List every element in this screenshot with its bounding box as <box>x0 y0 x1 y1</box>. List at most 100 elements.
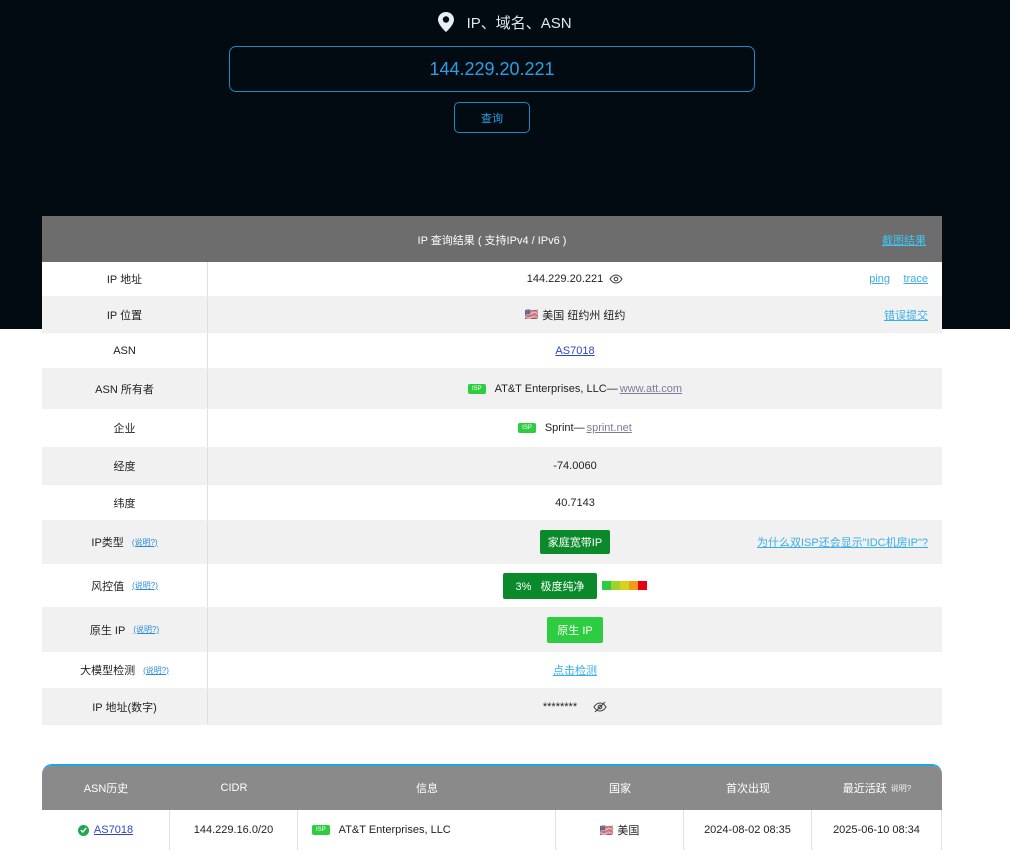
native-ip-hint-link[interactable]: (说明?) <box>133 624 159 635</box>
click-detect-link[interactable]: 点击检测 <box>553 662 597 678</box>
col-info: 信息 <box>416 783 438 795</box>
search-input[interactable] <box>230 47 754 91</box>
asn-owner-domain-link[interactable]: www.att.com <box>620 383 682 395</box>
row-key: IP类型 (说明?) <box>42 521 208 563</box>
row-key: IP 地址 <box>42 262 208 296</box>
row-company: 企业 ISP Sprint— sprint.net <box>42 409 942 448</box>
row-key: 原生 IP (说明?) <box>42 608 208 651</box>
company-name: Sprint— <box>544 422 585 434</box>
isp-tag: ISP <box>467 383 486 394</box>
search-label: IP、域名、ASN <box>466 15 572 32</box>
row-value: AS7018 <box>208 333 942 368</box>
search-box <box>229 46 755 92</box>
col-last-active-label: 最近活跃 <box>842 783 887 795</box>
row-key: IP 地址(数字) <box>42 689 208 724</box>
llm-detect-label: 大模型检测 <box>80 665 136 677</box>
asn-history-header: ASN历史 CIDR 信息 国家 首次出现 最近活跃 说明? <box>42 766 942 810</box>
row-native-ip: 原生 IP (说明?) 原生 IP <box>42 608 942 652</box>
isp-tag: ISP <box>518 423 536 433</box>
history-asn-cell: AS7018 <box>42 810 170 850</box>
row-value: 点击检测 <box>208 652 942 688</box>
native-ip-label: 原生 IP <box>89 624 126 637</box>
row-ip-location: IP 位置 🇺🇸 美国 纽约州 纽约 错误提交 <box>42 297 942 333</box>
flag-icon: 🇺🇸 <box>524 309 539 321</box>
query-button[interactable]: 查询 <box>454 102 530 133</box>
native-ip-badge: 原生 IP <box>547 616 603 643</box>
risk-scale-segment <box>637 581 647 590</box>
row-asn: ASN AS7018 <box>42 333 942 369</box>
row-key: ASN <box>42 333 208 368</box>
isp-tag: ISP <box>312 825 330 835</box>
row-key: 大模型检测 (说明?) <box>42 652 208 688</box>
asn-owner-name: AT&T Enterprises, LLC— <box>494 382 618 395</box>
llm-detect-hint-link[interactable]: (说明?) <box>143 665 169 676</box>
col-last-active: 最近活跃 说明? <box>812 766 942 810</box>
eye-off-icon[interactable] <box>593 701 607 713</box>
row-asn-owner: ASN 所有者 ISP AT&T Enterprises, LLC— www.a… <box>42 369 942 409</box>
search-label-row: IP、域名、ASN <box>0 12 1010 40</box>
history-cidr: 144.229.16.0/20 <box>170 810 298 850</box>
asn-history-table: ASN历史 CIDR 信息 国家 首次出现 最近活跃 说明? AS7018 14… <box>42 764 942 850</box>
col-country: 国家 <box>609 783 631 795</box>
screenshot-result-link[interactable]: 截图结果 <box>882 232 926 248</box>
row-ip-numeric: IP 地址(数字) ******** <box>42 689 942 725</box>
history-asn-link[interactable]: AS7018 <box>94 824 133 836</box>
risk-scale-segment <box>601 581 611 590</box>
history-country-cell: 🇺🇸 美国 <box>556 810 684 850</box>
row-value: ISP AT&T Enterprises, LLC— www.att.com <box>208 369 942 408</box>
ping-link[interactable]: ping <box>869 273 890 285</box>
history-first-seen: 2024-08-02 08:35 <box>684 810 812 850</box>
row-risk: 风控值 (说明?) 3% 极度纯净 <box>42 564 942 608</box>
last-active-hint-link[interactable]: 说明? <box>891 783 911 794</box>
ip-type-badge: 家庭宽带IP <box>539 530 611 554</box>
row-key: 经度 <box>42 448 208 484</box>
row-key: IP 位置 <box>42 297 208 332</box>
ip-type-label: IP类型 <box>91 537 124 549</box>
history-info: AT&T Enterprises, LLC <box>338 824 451 836</box>
row-ip-address: IP 地址 144.229.20.221 ping trace <box>42 262 942 297</box>
col-asn-history: ASN历史 <box>83 783 129 795</box>
asn-link[interactable]: AS7018 <box>555 345 594 357</box>
row-value: 3% 极度纯净 <box>208 564 942 607</box>
row-key: 风控值 (说明?) <box>42 564 208 607</box>
row-value: 144.229.20.221 ping trace <box>208 262 942 296</box>
result-table: IP 查询结果 ( 支持IPv4 / IPv6 ) 截图结果 IP 地址 144… <box>42 216 942 725</box>
error-report-link[interactable]: 错误提交 <box>884 307 928 323</box>
risk-badge: 3% 极度纯净 <box>503 572 597 599</box>
check-circle-icon <box>77 824 89 836</box>
result-header: IP 查询结果 ( 支持IPv4 / IPv6 ) 截图结果 <box>42 216 942 262</box>
location-pin-icon <box>438 12 455 40</box>
risk-scale-segment <box>619 581 629 590</box>
col-first-seen: 首次出现 <box>726 783 770 795</box>
row-value: 家庭宽带IP 为什么双ISP还会显示"IDC机房IP"? <box>208 521 942 563</box>
row-llm-detect: 大模型检测 (说明?) 点击检测 <box>42 652 942 689</box>
row-value: 原生 IP <box>208 608 942 651</box>
location-value: 美国 纽约州 纽约 <box>542 309 626 322</box>
result-title: IP 查询结果 ( 支持IPv4 / IPv6 ) <box>417 235 567 247</box>
table-row: AS7018 144.229.16.0/20 ISP AT&T Enterpri… <box>42 810 942 850</box>
row-latitude: 纬度 40.7143 <box>42 485 942 521</box>
risk-scale-segment <box>628 581 638 590</box>
row-value: -74.0060 <box>553 460 597 472</box>
ip-value: 144.229.20.221 <box>526 273 604 285</box>
row-key: 企业 <box>42 409 208 447</box>
why-idc-link[interactable]: 为什么双ISP还会显示"IDC机房IP"? <box>757 534 928 550</box>
ip-numeric-masked: ******** <box>542 700 578 713</box>
history-info-cell: ISP AT&T Enterprises, LLC <box>298 810 556 850</box>
history-country: 美国 <box>617 825 640 837</box>
company-domain-link[interactable]: sprint.net <box>587 422 632 434</box>
ip-type-hint-link[interactable]: (说明?) <box>132 537 158 548</box>
risk-hint-link[interactable]: (说明?) <box>132 580 158 591</box>
row-value: ISP Sprint— sprint.net <box>208 409 942 447</box>
row-key: ASN 所有者 <box>42 369 208 408</box>
row-key: 纬度 <box>42 485 208 520</box>
row-value: 🇺🇸 美国 纽约州 纽约 错误提交 <box>208 297 942 332</box>
history-last-active: 2025-06-10 08:34 <box>812 810 942 850</box>
eye-icon[interactable] <box>609 274 623 284</box>
flag-icon: 🇺🇸 <box>599 824 614 837</box>
row-longitude: 经度 -74.0060 <box>42 448 942 485</box>
row-value: ******** <box>208 689 942 724</box>
row-ip-type: IP类型 (说明?) 家庭宽带IP 为什么双ISP还会显示"IDC机房IP"? <box>42 521 942 564</box>
trace-link[interactable]: trace <box>904 273 928 285</box>
row-value: 40.7143 <box>555 496 595 509</box>
